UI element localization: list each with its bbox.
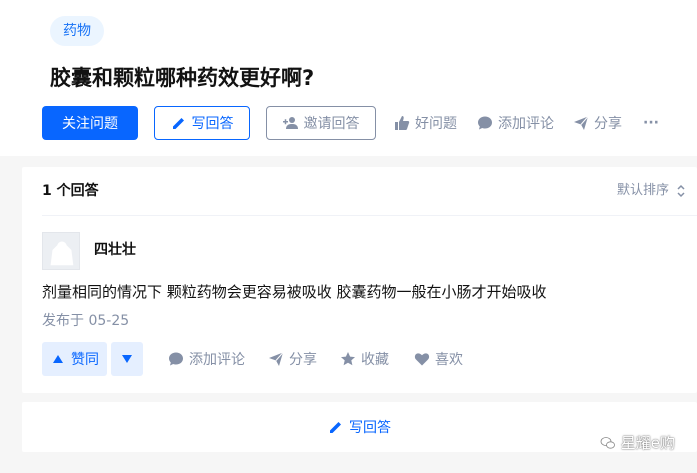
- comment-icon: [477, 115, 493, 131]
- answer-comment-label: 添加评论: [189, 352, 245, 368]
- share-button[interactable]: 分享: [573, 106, 622, 140]
- thumbs-up-icon: [394, 115, 410, 131]
- good-question-label: 好问题: [415, 116, 457, 132]
- avatar[interactable]: [42, 232, 80, 270]
- heart-icon: [414, 351, 430, 367]
- watermark-text: 星耀e购: [620, 434, 675, 452]
- write-answer-label: 写回答: [191, 116, 234, 132]
- question-title: 胶囊和颗粒哪种药效更好啊?: [50, 66, 315, 90]
- star-icon: [340, 351, 356, 367]
- add-comment-label: 添加评论: [498, 116, 554, 132]
- triangle-up-icon: [50, 351, 66, 367]
- write-answer-bar-label: 写回答: [349, 420, 391, 436]
- write-answer-bar[interactable]: 写回答: [22, 402, 697, 452]
- answer-content: 剂量相同的情况下 颗粒药物会更容易被吸收 胶囊药物一般在小肠才开始吸收: [42, 283, 547, 301]
- publish-time[interactable]: 发布于 05-25: [42, 310, 129, 332]
- follow-question-label: 关注问题: [62, 116, 118, 132]
- more-icon: ···: [643, 115, 659, 131]
- author-name[interactable]: 四壮壮: [94, 240, 136, 260]
- share-icon: [268, 351, 284, 367]
- invite-answer-button[interactable]: 邀请回答: [266, 106, 376, 140]
- pencil-icon: [328, 419, 344, 435]
- answer-card: 1 个回答 默认排序 四壮壮 剂量相同的情况下 颗粒药物会更容易被吸收 胶囊药物…: [22, 167, 697, 393]
- write-answer-button[interactable]: 写回答: [154, 106, 250, 140]
- sort-label: 默认排序: [616, 183, 669, 198]
- answer-comment-button[interactable]: 添加评论: [168, 342, 245, 376]
- divider: [42, 215, 697, 216]
- sort-dropdown[interactable]: 默认排序: [617, 181, 689, 201]
- upvote-button[interactable]: 赞同: [42, 342, 107, 376]
- like-label: 喜欢: [435, 352, 463, 368]
- wechat-icon: [600, 435, 616, 451]
- good-question-button[interactable]: 好问题: [394, 106, 457, 140]
- collect-button[interactable]: 收藏: [340, 342, 389, 376]
- answer-count: 1 个回答: [42, 183, 99, 199]
- topic-tag[interactable]: 药物: [50, 16, 104, 46]
- collect-label: 收藏: [361, 352, 389, 368]
- downvote-button[interactable]: [111, 342, 143, 376]
- sort-arrows-icon: [673, 183, 689, 199]
- watermark: 星耀e购: [600, 432, 675, 453]
- answer-share-button[interactable]: 分享: [268, 342, 317, 376]
- upvote-label: 赞同: [71, 352, 99, 368]
- share-icon: [573, 115, 589, 131]
- pencil-icon: [171, 115, 187, 131]
- invite-answer-label: 邀请回答: [303, 116, 360, 132]
- question-header: 药物 胶囊和颗粒哪种药效更好啊? 关注问题 写回答 邀请回答 好问题 添加评论 …: [0, 0, 697, 156]
- comment-icon: [168, 351, 184, 367]
- answer-share-label: 分享: [289, 352, 317, 368]
- more-button[interactable]: ···: [643, 106, 659, 140]
- follow-question-button[interactable]: 关注问题: [42, 106, 138, 140]
- share-label: 分享: [594, 116, 622, 132]
- like-button[interactable]: 喜欢: [414, 342, 463, 376]
- triangle-down-icon: [119, 351, 135, 367]
- add-user-icon: [282, 115, 299, 131]
- add-comment-button[interactable]: 添加评论: [477, 106, 554, 140]
